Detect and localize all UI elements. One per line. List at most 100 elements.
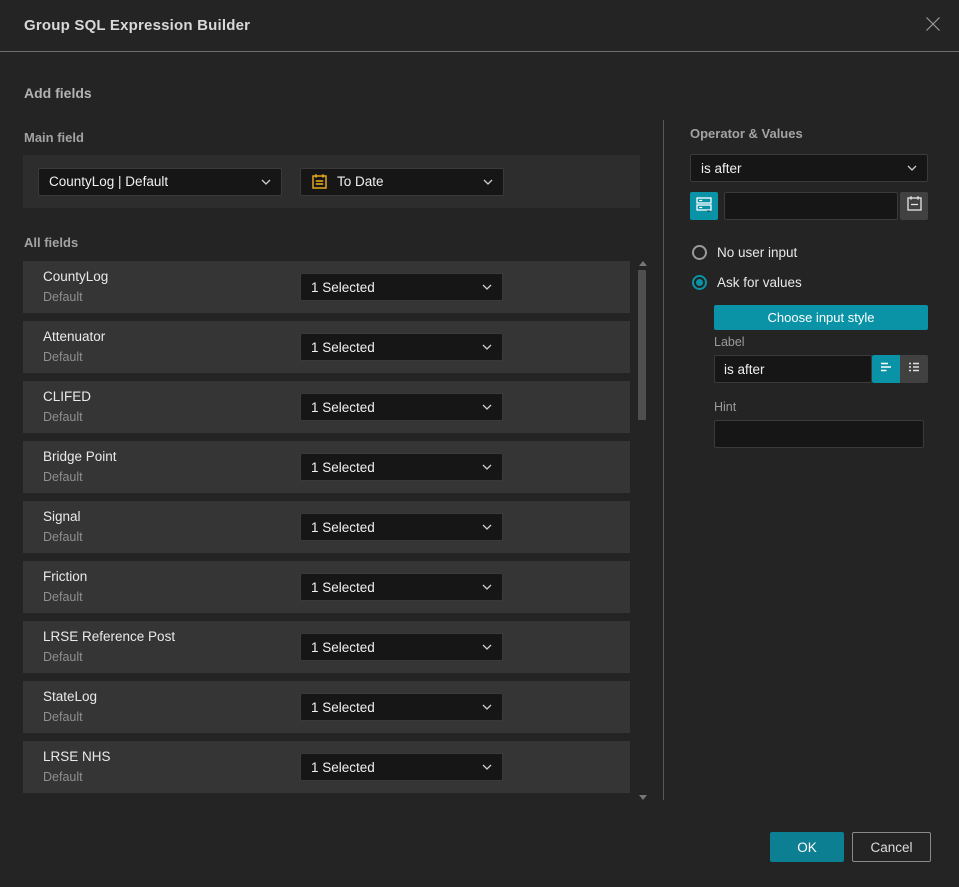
field-subtitle: Default (43, 710, 83, 724)
field-row: Signal Default 1 Selected (23, 501, 630, 553)
main-field-label: Main field (24, 130, 84, 145)
choose-input-style-button[interactable]: Choose input style (714, 305, 928, 330)
cancel-button[interactable]: Cancel (852, 832, 931, 862)
field-row: Attenuator Default 1 Selected (23, 321, 630, 373)
stacked-input-type-icon (695, 195, 713, 218)
field-values-select[interactable]: 1 Selected (300, 273, 503, 301)
field-values-select[interactable]: 1 Selected (300, 453, 503, 481)
date-field-select-value: To Date (337, 174, 384, 189)
field-values-select-value: 1 Selected (311, 519, 375, 535)
operator-select[interactable]: is after (690, 154, 928, 182)
field-row: CountyLog Default 1 Selected (23, 261, 630, 313)
field-row: Bridge Point Default 1 Selected (23, 441, 630, 493)
label-field-label: Label (714, 335, 745, 349)
input-type-button[interactable] (690, 192, 718, 220)
dialog-title: Group SQL Expression Builder (24, 17, 251, 34)
list-style-button[interactable] (900, 355, 928, 383)
field-values-select-value: 1 Selected (311, 399, 375, 415)
operator-select-value: is after (701, 160, 742, 176)
field-name: Signal (43, 509, 81, 524)
radio-ask-for-values[interactable]: Ask for values (692, 275, 802, 290)
field-subtitle: Default (43, 530, 83, 544)
field-row: LRSE NHS Default 1 Selected (23, 741, 630, 793)
field-subtitle: Default (43, 410, 83, 424)
single-line-style-button[interactable] (872, 355, 900, 383)
bullet-list-icon (906, 359, 922, 380)
field-subtitle: Default (43, 650, 83, 664)
radio-no-user-input-label: No user input (717, 245, 798, 260)
main-field-select-value: CountyLog | Default (49, 174, 169, 189)
field-name: Friction (43, 569, 88, 584)
field-subtitle: Default (43, 290, 83, 304)
field-values-select-value: 1 Selected (311, 639, 375, 655)
calendar-icon (311, 173, 328, 190)
scroll-down-icon[interactable] (639, 795, 647, 800)
scroll-up-icon[interactable] (639, 261, 647, 266)
field-name: CLIFED (43, 389, 92, 404)
vertical-divider (663, 120, 664, 800)
add-fields-heading: Add fields (24, 85, 92, 101)
dialog-header: Group SQL Expression Builder (0, 0, 959, 52)
hint-field-label: Hint (714, 400, 737, 414)
field-row: CLIFED Default 1 Selected (23, 381, 630, 433)
scrollbar-thumb[interactable] (638, 270, 646, 420)
field-values-select[interactable]: 1 Selected (300, 573, 503, 601)
all-fields-label: All fields (24, 235, 79, 250)
scrollbar[interactable] (637, 258, 649, 803)
field-name: CountyLog (43, 269, 109, 284)
field-row: Friction Default 1 Selected (23, 561, 630, 613)
operator-values-label: Operator & Values (690, 126, 803, 141)
label-input[interactable] (714, 355, 872, 383)
radio-circle-icon (692, 245, 707, 260)
field-name: LRSE Reference Post (43, 629, 176, 644)
chevron-down-icon (482, 404, 492, 410)
align-left-icon (878, 359, 894, 380)
close-icon (924, 15, 942, 38)
field-name: LRSE NHS (43, 749, 111, 764)
field-subtitle: Default (43, 770, 83, 784)
field-subtitle: Default (43, 590, 83, 604)
ok-button[interactable]: OK (770, 832, 844, 862)
chevron-down-icon (482, 464, 492, 470)
field-values-select[interactable]: 1 Selected (300, 513, 503, 541)
field-values-select-value: 1 Selected (311, 459, 375, 475)
field-values-select-value: 1 Selected (311, 579, 375, 595)
date-picker-button[interactable] (900, 192, 928, 220)
chevron-down-icon (482, 344, 492, 350)
chevron-down-icon (482, 704, 492, 710)
hint-input[interactable] (714, 420, 924, 448)
chevron-down-icon (483, 179, 493, 185)
radio-circle-icon (692, 275, 707, 290)
field-subtitle: Default (43, 470, 83, 484)
field-values-select[interactable]: 1 Selected (300, 633, 503, 661)
field-name: Attenuator (43, 329, 106, 344)
field-row: StateLog Default 1 Selected (23, 681, 630, 733)
field-name: Bridge Point (43, 449, 117, 464)
main-field-panel: CountyLog | Default To Date (23, 155, 640, 208)
chevron-down-icon (482, 644, 492, 650)
main-field-select[interactable]: CountyLog | Default (38, 167, 282, 196)
field-values-select[interactable]: 1 Selected (300, 393, 503, 421)
chevron-down-icon (482, 284, 492, 290)
field-name: StateLog (43, 689, 98, 704)
chevron-down-icon (482, 524, 492, 530)
radio-ask-for-values-label: Ask for values (717, 275, 802, 290)
field-values-select-value: 1 Selected (311, 699, 375, 715)
field-subtitle: Default (43, 350, 83, 364)
field-values-select[interactable]: 1 Selected (300, 333, 503, 361)
close-button[interactable] (923, 16, 943, 36)
field-values-select-value: 1 Selected (311, 339, 375, 355)
field-row: LRSE Reference Post Default 1 Selected (23, 621, 630, 673)
chevron-down-icon (482, 584, 492, 590)
field-values-select[interactable]: 1 Selected (300, 753, 503, 781)
radio-no-user-input[interactable]: No user input (692, 245, 797, 260)
field-values-select-value: 1 Selected (311, 279, 375, 295)
field-values-select-value: 1 Selected (311, 759, 375, 775)
chevron-down-icon (261, 179, 271, 185)
chevron-down-icon (907, 165, 917, 171)
all-fields-list: CountyLog Default 1 Selected Attenuator … (23, 261, 630, 801)
chevron-down-icon (482, 764, 492, 770)
field-values-select[interactable]: 1 Selected (300, 693, 503, 721)
date-value-input[interactable] (724, 192, 898, 220)
date-field-select[interactable]: To Date (300, 167, 504, 196)
